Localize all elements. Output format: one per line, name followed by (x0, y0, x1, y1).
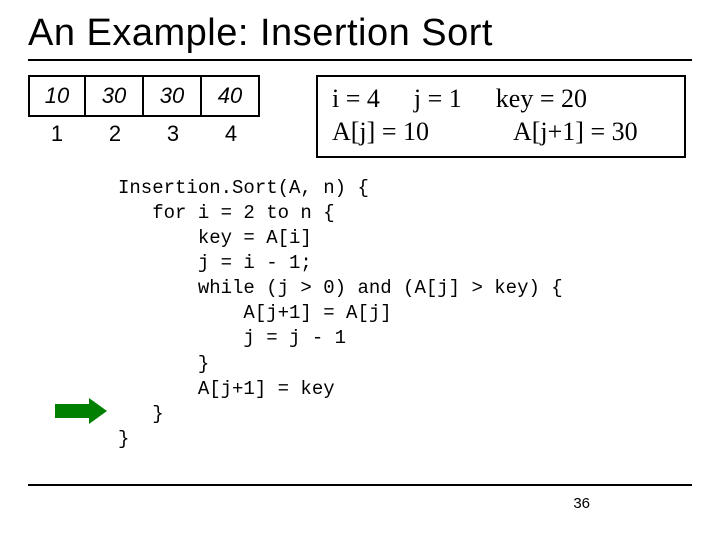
array-cells: 10 30 30 40 (28, 75, 288, 117)
state-aj1: A[j+1] = 30 (513, 116, 638, 149)
array-index: 2 (86, 121, 144, 147)
array-cell: 40 (202, 75, 260, 117)
state-box: i = 4 j = 1 key = 20 A[j] = 10 A[j+1] = … (316, 75, 686, 158)
footer-divider (28, 484, 692, 486)
array-index: 3 (144, 121, 202, 147)
title-wrap: An Example: Insertion Sort (28, 12, 692, 61)
page-number: 36 (573, 495, 590, 512)
array-cell: 30 (144, 75, 202, 117)
state-key: key = 20 (496, 83, 587, 116)
array-index: 4 (202, 121, 260, 147)
state-aj: A[j] = 10 (332, 116, 429, 149)
pointer-arrow-icon (55, 398, 107, 424)
array-index: 1 (28, 121, 86, 147)
content-row: 10 30 30 40 1 2 3 4 i = 4 j = 1 key = 20… (28, 75, 692, 158)
array-cell: 10 (28, 75, 86, 117)
code-block: Insertion.Sort(A, n) { for i = 2 to n { … (118, 176, 692, 452)
slide-title: An Example: Insertion Sort (28, 12, 692, 55)
array-cell: 30 (86, 75, 144, 117)
array-block: 10 30 30 40 1 2 3 4 (28, 75, 288, 147)
state-j: j = 1 (414, 83, 462, 116)
array-indices: 1 2 3 4 (28, 121, 288, 147)
state-i: i = 4 (332, 83, 380, 116)
